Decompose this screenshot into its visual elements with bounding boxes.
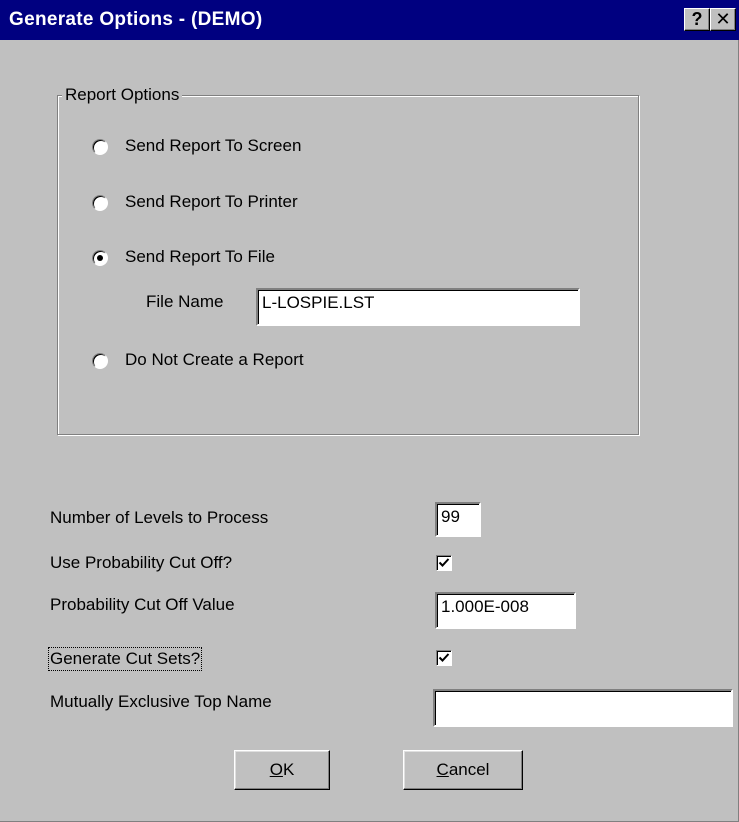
generate-cut-sets-checkbox[interactable] — [436, 650, 452, 666]
radio-button[interactable] — [92, 250, 108, 266]
generate-options-dialog: Generate Options - (DEMO) ? ✕ Report Opt… — [0, 0, 739, 822]
title-bar[interactable]: Generate Options - (DEMO) ? ✕ — [0, 0, 739, 40]
window-title: Generate Options - (DEMO) — [9, 9, 263, 30]
radio-label[interactable]: Send Report To Printer — [125, 192, 298, 212]
use-cutoff-checkbox[interactable] — [436, 555, 452, 571]
help-button[interactable]: ? — [684, 8, 710, 31]
close-button[interactable]: ✕ — [710, 8, 736, 31]
cutoff-value-label: Probability Cut Off Value — [50, 595, 235, 614]
use-cutoff-label: Use Probability Cut Off? — [50, 553, 233, 572]
radio-label[interactable]: Do Not Create a Report — [125, 350, 304, 370]
radio-button[interactable] — [92, 139, 108, 155]
radio-label[interactable]: Send Report To Screen — [125, 136, 301, 156]
top-name-label: Mutually Exclusive Top Name — [50, 692, 272, 711]
file-name-input[interactable]: L-LOSPIE.LST — [256, 288, 580, 326]
cancel-label-rest: ancel — [448, 760, 490, 779]
levels-label: Number of Levels to Process — [50, 508, 269, 527]
cancel-mnemonic: C — [436, 760, 449, 779]
ok-mnemonic: O — [269, 760, 283, 779]
report-options-legend: Report Options — [62, 85, 183, 105]
ok-label-rest: K — [282, 760, 295, 779]
radio-label[interactable]: Send Report To File — [125, 247, 275, 267]
generate-cut-sets-label: Generate Cut Sets? — [47, 647, 203, 671]
levels-input[interactable]: 99 — [435, 502, 481, 537]
radio-button[interactable] — [92, 353, 108, 369]
cancel-button[interactable]: Cancel — [403, 750, 523, 790]
radio-selected-dot — [97, 255, 103, 261]
checkmark-icon — [438, 653, 450, 662]
checkmark-icon — [438, 558, 450, 567]
cutoff-value-input[interactable]: 1.000E-008 — [435, 592, 576, 629]
top-name-input[interactable] — [433, 689, 733, 727]
file-name-label: File Name — [146, 292, 224, 311]
ok-button[interactable]: OK — [234, 750, 330, 790]
radio-button[interactable] — [92, 195, 108, 211]
